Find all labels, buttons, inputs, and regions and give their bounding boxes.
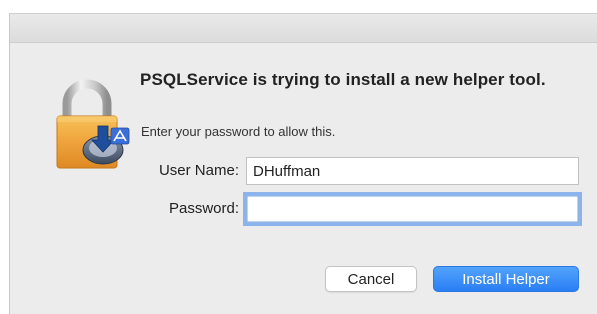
title-bar[interactable] — [10, 14, 597, 43]
username-label: User Name: — [158, 162, 239, 179]
auth-dialog-window: PSQLService is trying to install a new h… — [9, 13, 597, 314]
password-field[interactable] — [246, 195, 579, 223]
dialog-prompt: Enter your password to allow this. — [141, 124, 336, 139]
dialog-heading: PSQLService is trying to install a new h… — [140, 70, 546, 89]
install-helper-button[interactable]: Install Helper — [433, 266, 579, 292]
username-field[interactable] — [246, 157, 579, 185]
password-label: Password: — [168, 200, 239, 217]
lock-icon — [53, 76, 141, 174]
cancel-button[interactable]: Cancel — [325, 266, 417, 292]
